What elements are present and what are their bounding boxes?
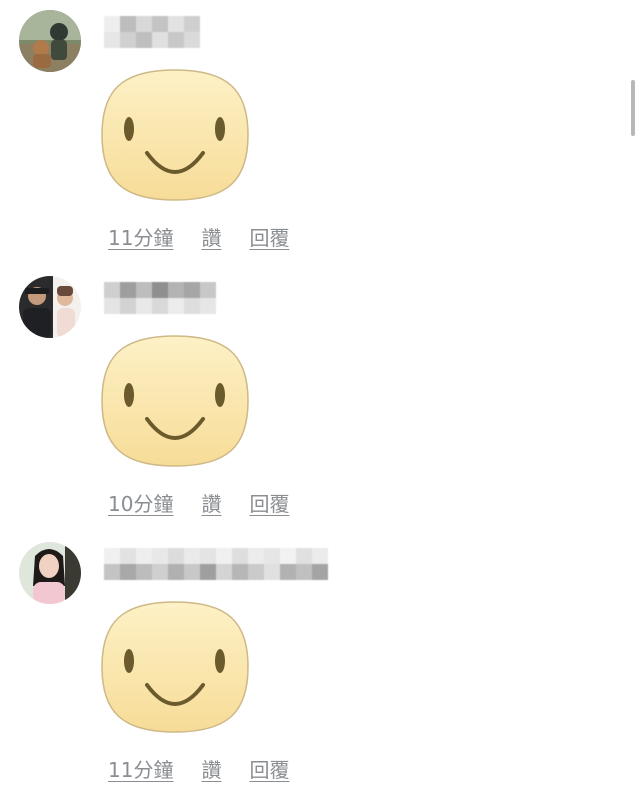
like-button[interactable]: 讚 bbox=[201, 488, 221, 517]
comment-item: 11分鐘 讚 回覆 bbox=[0, 532, 640, 798]
reply-button[interactable]: 回覆 bbox=[249, 222, 289, 251]
smiley-face-sticker bbox=[98, 65, 252, 205]
avatar[interactable] bbox=[19, 10, 81, 72]
author-name-redacted[interactable] bbox=[104, 282, 224, 314]
reply-button[interactable]: 回覆 bbox=[249, 754, 289, 783]
scrollbar[interactable] bbox=[631, 80, 635, 136]
comment-actions: 11分鐘 讚 回覆 bbox=[108, 754, 289, 783]
smiley-face-sticker bbox=[98, 331, 252, 471]
reply-button[interactable]: 回覆 bbox=[249, 488, 289, 517]
like-button[interactable]: 讚 bbox=[201, 754, 221, 783]
comment-actions: 10分鐘 讚 回覆 bbox=[108, 488, 289, 517]
avatar[interactable] bbox=[19, 276, 81, 338]
like-button[interactable]: 讚 bbox=[201, 222, 221, 251]
timestamp-link[interactable]: 10分鐘 bbox=[108, 488, 173, 517]
author-name-redacted[interactable] bbox=[104, 16, 208, 48]
comment-actions: 11分鐘 讚 回覆 bbox=[108, 222, 289, 251]
timestamp-link[interactable]: 11分鐘 bbox=[108, 222, 173, 251]
author-name-redacted[interactable] bbox=[104, 548, 336, 580]
comment-item: 11分鐘 讚 回覆 bbox=[0, 0, 640, 266]
comment-item: 10分鐘 讚 回覆 bbox=[0, 266, 640, 532]
timestamp-link[interactable]: 11分鐘 bbox=[108, 754, 173, 783]
smiley-face-sticker bbox=[98, 597, 252, 737]
avatar[interactable] bbox=[19, 542, 81, 604]
